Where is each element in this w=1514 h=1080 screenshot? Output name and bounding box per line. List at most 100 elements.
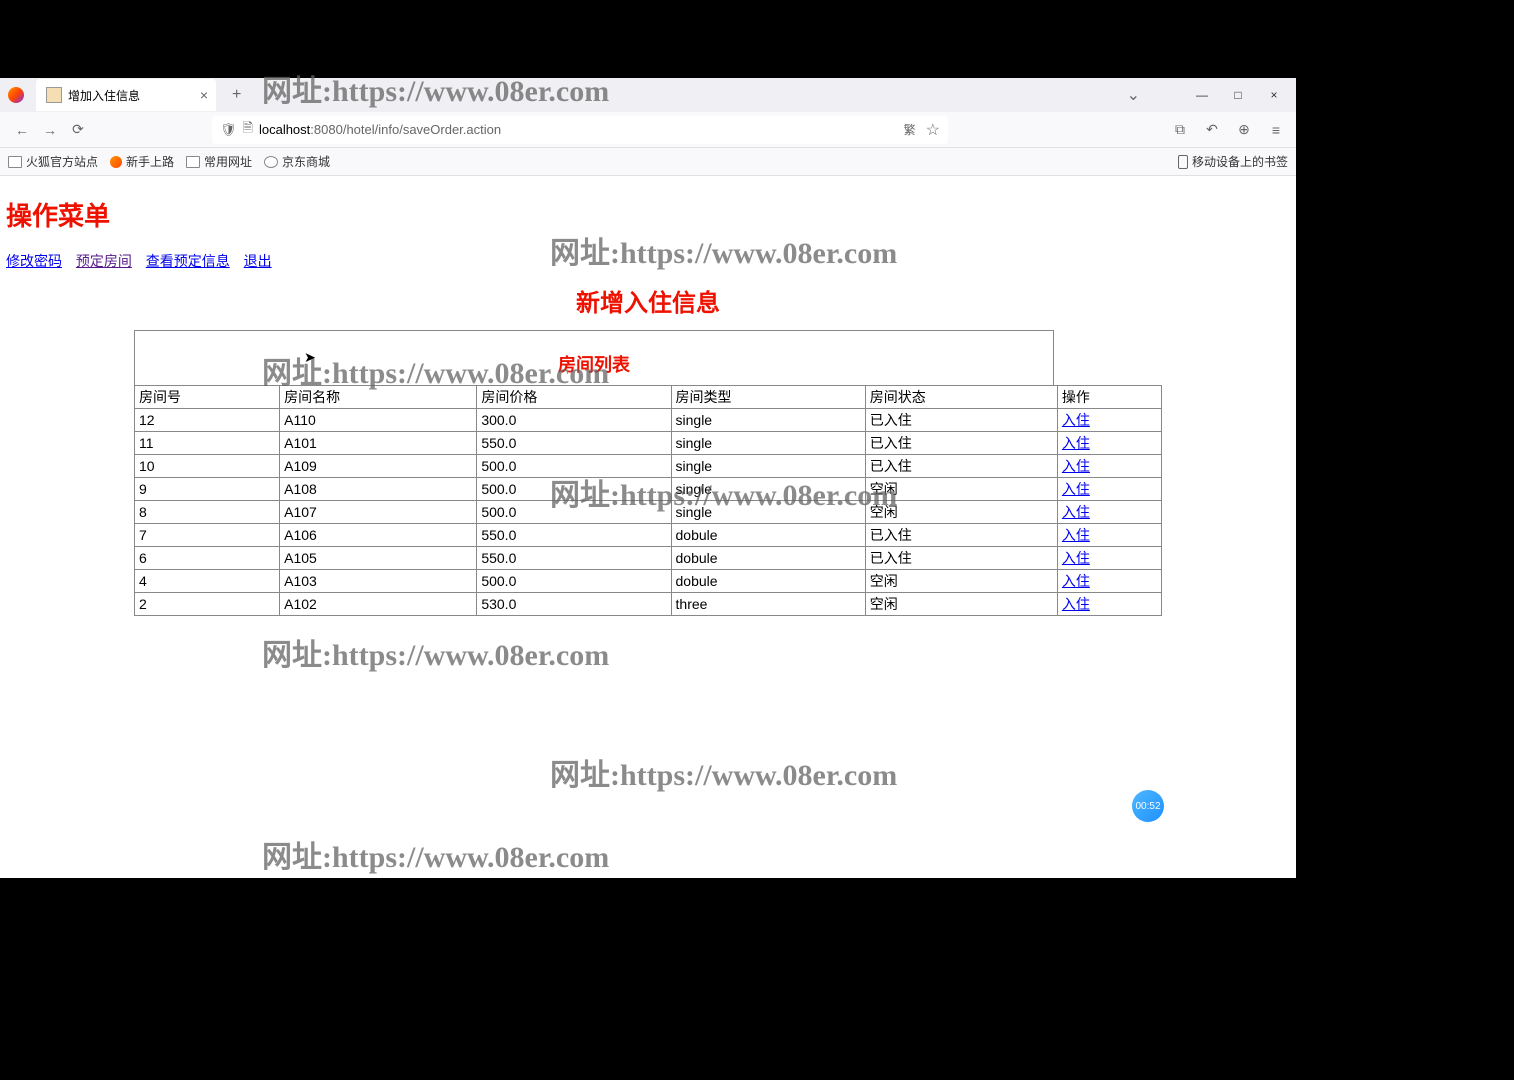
room-table: 房间号 房间名称 房间价格 房间类型 房间状态 操作 12A110300.0si… — [134, 385, 1162, 616]
checkin-link[interactable]: 入住 — [1062, 596, 1090, 612]
table-cell: 500.0 — [477, 478, 671, 501]
forward-button[interactable]: → — [36, 116, 64, 144]
translate-icon[interactable]: 繁 — [904, 121, 916, 138]
bookmarks-bar: 火狐官方站点 新手上路 常用网址 京东商城 移动设备上的书签 — [0, 148, 1296, 176]
table-cell: three — [671, 593, 865, 616]
url-bar-row: ← → ⟳ 🛡 🗎 localhost:8080/hotel/info/save… — [0, 112, 1296, 148]
action-cell: 入住 — [1057, 547, 1161, 570]
checkin-link[interactable]: 入住 — [1062, 458, 1090, 474]
checkin-link[interactable]: 入住 — [1062, 504, 1090, 520]
extension-icon[interactable]: ⊕ — [1232, 118, 1256, 142]
tab-title: 增加入住信息 — [68, 87, 140, 104]
action-cell: 入住 — [1057, 455, 1161, 478]
view-reservation-link[interactable]: 查看预定信息 — [146, 253, 230, 269]
close-window-button[interactable]: × — [1260, 81, 1288, 109]
action-cell: 入住 — [1057, 570, 1161, 593]
table-cell: A103 — [280, 570, 477, 593]
table-cell: single — [671, 455, 865, 478]
checkin-link[interactable]: 入住 — [1062, 412, 1090, 428]
action-cell: 入住 — [1057, 524, 1161, 547]
checkin-link[interactable]: 入住 — [1062, 573, 1090, 589]
new-tab-button[interactable]: + — [224, 82, 249, 108]
checkin-link[interactable]: 入住 — [1062, 527, 1090, 543]
col-room-status: 房间状态 — [865, 386, 1057, 409]
table-row: 4A103500.0dobule空闲入住 — [135, 570, 1162, 593]
folder-icon — [8, 156, 22, 168]
table-cell: 500.0 — [477, 455, 671, 478]
url-text: localhost:8080/hotel/info/saveOrder.acti… — [259, 122, 501, 137]
action-cell: 入住 — [1057, 432, 1161, 455]
reserve-room-link[interactable]: 预定房间 — [76, 253, 132, 269]
table-cell: 550.0 — [477, 524, 671, 547]
table-cell: 12 — [135, 409, 280, 432]
table-cell: 11 — [135, 432, 280, 455]
checkin-link[interactable]: 入住 — [1062, 435, 1090, 451]
refresh-icon[interactable]: ↶ — [1200, 118, 1224, 142]
doc-icon: 🗎 — [243, 119, 253, 141]
table-cell: 8 — [135, 501, 280, 524]
action-cell: 入住 — [1057, 409, 1161, 432]
chevron-down-icon[interactable]: ⌄ — [1127, 85, 1140, 105]
table-cell: A108 — [280, 478, 477, 501]
table-cell: A107 — [280, 501, 477, 524]
table-cell: A105 — [280, 547, 477, 570]
bookmark-item[interactable]: 京东商城 — [264, 153, 330, 170]
action-cell: 入住 — [1057, 593, 1161, 616]
url-bar[interactable]: 🛡 🗎 localhost:8080/hotel/info/saveOrder.… — [212, 116, 948, 144]
col-room-id: 房间号 — [135, 386, 280, 409]
table-row: 6A105550.0dobule已入住入住 — [135, 547, 1162, 570]
mobile-bookmarks[interactable]: 移动设备上的书签 — [1178, 153, 1288, 170]
table-cell: 4 — [135, 570, 280, 593]
table-cell: dobule — [671, 570, 865, 593]
col-action: 操作 — [1057, 386, 1161, 409]
maximize-button[interactable]: □ — [1224, 81, 1252, 109]
table-row: 12A110300.0single已入住入住 — [135, 409, 1162, 432]
table-cell: 空闲 — [865, 570, 1057, 593]
col-room-name: 房间名称 — [280, 386, 477, 409]
table-cell: 500.0 — [477, 570, 671, 593]
checkin-link[interactable]: 入住 — [1062, 550, 1090, 566]
table-cell: 已入住 — [865, 409, 1057, 432]
table-cell: 550.0 — [477, 547, 671, 570]
table-cell: 500.0 — [477, 501, 671, 524]
page-heading: 新增入住信息 — [6, 283, 1290, 318]
table-row: 2A102530.0three空闲入住 — [135, 593, 1162, 616]
reload-button[interactable]: ⟳ — [64, 116, 92, 144]
table-cell: single — [671, 501, 865, 524]
page-content: 操作菜单 修改密码 预定房间 查看预定信息 退出 新增入住信息 房间列表 房间号… — [0, 176, 1296, 636]
globe-icon — [264, 156, 278, 168]
table-cell: dobule — [671, 524, 865, 547]
change-password-link[interactable]: 修改密码 — [6, 253, 62, 269]
bookmark-item[interactable]: 火狐官方站点 — [8, 153, 98, 170]
table-cell: single — [671, 432, 865, 455]
tab-bar: 增加入住信息 × + ⌄ — □ × — [0, 78, 1296, 112]
sidebar-icon[interactable]: ⧉ — [1168, 118, 1192, 142]
table-cell: dobule — [671, 547, 865, 570]
table-cell: 已入住 — [865, 455, 1057, 478]
table-row: 11A101550.0single已入住入住 — [135, 432, 1162, 455]
minimize-button[interactable]: — — [1188, 81, 1216, 109]
bookmark-item[interactable]: 新手上路 — [110, 153, 174, 170]
menu-icon[interactable]: ≡ — [1264, 118, 1288, 142]
close-tab-icon[interactable]: × — [200, 87, 208, 103]
checkin-link[interactable]: 入住 — [1062, 481, 1090, 497]
table-cell: 300.0 — [477, 409, 671, 432]
table-header-row: 房间号 房间名称 房间价格 房间类型 房间状态 操作 — [135, 386, 1162, 409]
table-cell: 已入住 — [865, 432, 1057, 455]
table-cell: 9 — [135, 478, 280, 501]
table-cell: 空闲 — [865, 501, 1057, 524]
action-cell: 入住 — [1057, 501, 1161, 524]
star-icon[interactable]: ☆ — [926, 120, 940, 140]
table-cell: A110 — [280, 409, 477, 432]
back-button[interactable]: ← — [8, 116, 36, 144]
browser-window: 增加入住信息 × + ⌄ — □ × ← → ⟳ 🛡 🗎 localhost:8… — [0, 78, 1296, 878]
timer-badge: 00:52 — [1132, 790, 1164, 822]
logout-link[interactable]: 退出 — [244, 253, 272, 269]
table-row: 7A106550.0dobule已入住入住 — [135, 524, 1162, 547]
table-cell: 已入住 — [865, 547, 1057, 570]
action-cell: 入住 — [1057, 478, 1161, 501]
bookmark-item[interactable]: 常用网址 — [186, 153, 252, 170]
browser-tab[interactable]: 增加入住信息 × — [36, 79, 216, 111]
table-cell: single — [671, 409, 865, 432]
firefox-icon — [8, 87, 24, 103]
